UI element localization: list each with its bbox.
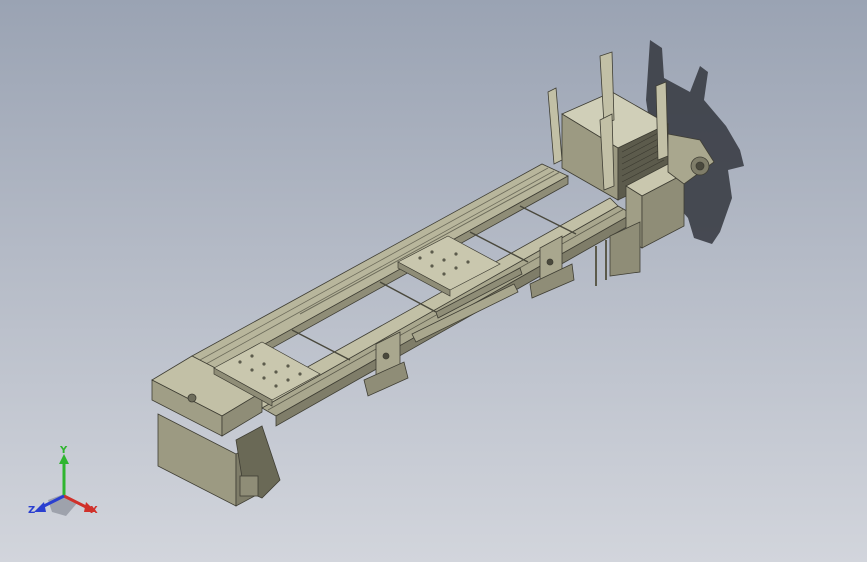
z-axis-arrow: [34, 502, 46, 512]
conveyor-assembly-model[interactable]: [0, 0, 867, 562]
x-axis-label: X: [90, 505, 98, 516]
y-axis-label: Y: [60, 445, 68, 456]
coordinate-triad: Y X Z: [26, 446, 106, 526]
graphics-viewport[interactable]: Y X Z: [0, 0, 867, 562]
z-axis-label: Z: [28, 505, 36, 516]
